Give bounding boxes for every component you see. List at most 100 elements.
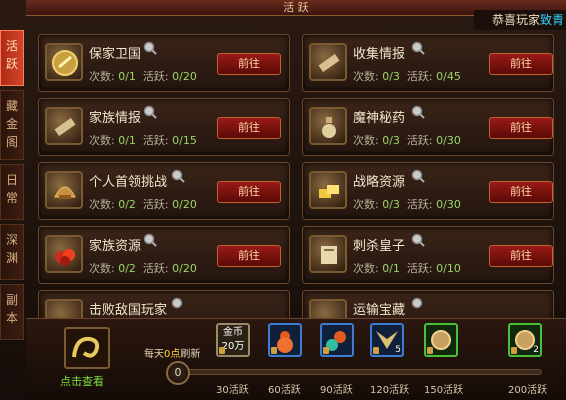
task-card: 运输宝藏	[302, 290, 554, 318]
task-count: 0/1	[118, 134, 136, 147]
dragon-icon	[72, 336, 100, 358]
reward-item[interactable]	[320, 323, 354, 357]
side-tabs: 活跃 藏金阁 日常 深渊 副本	[0, 16, 24, 340]
reward-count: 5	[395, 345, 401, 355]
milestone-label: 150活跃	[424, 385, 464, 396]
gold-ingot-icon	[309, 171, 347, 209]
go-button[interactable]: 前往	[217, 117, 281, 139]
task-title: 家族情报	[89, 111, 142, 126]
potion-icon	[309, 107, 347, 145]
lock-icon	[511, 347, 517, 354]
go-button[interactable]: 前往	[217, 53, 281, 75]
boss-helmet-icon	[45, 171, 83, 209]
reward-item[interactable]: 2	[508, 323, 542, 357]
task-title: 个人首领挑战	[89, 175, 168, 190]
refresh-note: 每天0点刷新	[144, 349, 201, 360]
task-count: 0/1	[118, 70, 136, 83]
task-stats: 次数: 0/3 活跃: 0/45	[353, 70, 461, 83]
lock-icon	[271, 347, 277, 354]
task-active: 0/10	[436, 262, 461, 275]
task-card: 击败敌国玩家	[38, 290, 290, 318]
task-list[interactable]: 保家卫国 次数: 0/1 活跃: 0/20 前往 收集情报 次数: 0/3 活跃…	[32, 28, 566, 318]
magnifier-icon[interactable]	[411, 105, 425, 119]
task-active: 0/20	[172, 198, 197, 211]
scroll-icon	[309, 43, 347, 81]
magnifier-icon[interactable]	[411, 169, 425, 183]
task-count: 0/2	[118, 262, 136, 275]
magnifier-icon[interactable]	[143, 41, 157, 55]
magnifier-icon[interactable]	[411, 297, 425, 311]
task-card: 保家卫国 次数: 0/1 活跃: 0/20 前往	[38, 34, 290, 92]
lock-icon	[373, 347, 379, 354]
reward-coin[interactable]: 金币 20万	[216, 323, 250, 357]
tab-daily[interactable]: 日常	[0, 164, 24, 220]
go-button[interactable]: 前往	[217, 181, 281, 203]
magnifier-icon[interactable]	[411, 41, 425, 55]
task-card: 个人首领挑战 次数: 0/2 活跃: 0/20 前往	[38, 162, 290, 220]
magnifier-icon[interactable]	[143, 233, 157, 247]
task-count: 0/3	[382, 134, 400, 147]
current-activity-points: 0	[166, 361, 190, 385]
task-stats: 次数: 0/3 活跃: 0/30	[353, 198, 461, 211]
milestone-label: 200活跃	[508, 385, 548, 396]
task-card: 家族资源 次数: 0/2 活跃: 0/20 前往	[38, 226, 290, 284]
task-title: 魔神秘药	[353, 111, 406, 126]
decree-icon	[309, 235, 347, 273]
go-button[interactable]: 前往	[489, 117, 553, 139]
lock-icon	[219, 347, 225, 354]
view-reward-button[interactable]	[64, 327, 110, 369]
reward-item[interactable]: 5	[370, 323, 404, 357]
task-card: 收集情报 次数: 0/3 活跃: 0/45 前往	[302, 34, 554, 92]
news-ticker: 恭喜玩家致青	[474, 10, 566, 30]
task-active: 0/30	[436, 134, 461, 147]
task-active: 0/15	[172, 134, 197, 147]
task-stats: 次数: 0/2 活跃: 0/20	[89, 262, 197, 275]
task-count: 0/3	[382, 198, 400, 211]
go-button[interactable]: 前往	[217, 245, 281, 267]
task-active: 0/20	[172, 70, 197, 83]
task-title: 家族资源	[89, 239, 142, 254]
task-count: 0/2	[118, 198, 136, 211]
tab-treasure-pavilion[interactable]: 藏金阁	[0, 90, 24, 160]
magnifier-icon[interactable]	[171, 169, 185, 183]
chest-icon	[309, 299, 347, 318]
milestone-label: 90活跃	[320, 385, 353, 396]
task-title: 收集情报	[353, 47, 406, 62]
task-count: 0/1	[382, 262, 400, 275]
magnifier-icon[interactable]	[143, 105, 157, 119]
scroll-icon	[45, 107, 83, 145]
task-card: 刺杀皇子 次数: 0/1 活跃: 0/10 前往	[302, 226, 554, 284]
magnifier-icon[interactable]	[411, 233, 425, 247]
task-title: 刺杀皇子	[353, 239, 406, 254]
task-stats: 次数: 0/3 活跃: 0/30	[353, 134, 461, 147]
task-card: 魔神秘药 次数: 0/3 活跃: 0/30 前往	[302, 98, 554, 156]
lock-icon	[427, 347, 433, 354]
news-player-name: 致青	[539, 13, 564, 27]
milestone-label: 120活跃	[370, 385, 410, 396]
task-stats: 次数: 0/2 活跃: 0/20	[89, 198, 197, 211]
reward-item[interactable]	[268, 323, 302, 357]
lock-icon	[323, 347, 329, 354]
go-button[interactable]: 前往	[489, 53, 553, 75]
go-button[interactable]: 前往	[489, 245, 553, 267]
milestone-label: 30活跃	[216, 385, 249, 396]
tab-active[interactable]: 活跃	[0, 30, 24, 86]
task-title: 保家卫国	[89, 47, 142, 62]
milestone-label: 60活跃	[268, 385, 301, 396]
magnifier-icon[interactable]	[171, 297, 185, 311]
task-stats: 次数: 0/1 活跃: 0/10	[353, 262, 461, 275]
reward-item[interactable]	[424, 323, 458, 357]
news-prefix: 恭喜玩家	[491, 13, 540, 27]
task-stats: 次数: 0/1 活跃: 0/20	[89, 70, 197, 83]
shield-coin-icon	[45, 43, 83, 81]
task-stats: 次数: 0/1 活跃: 0/15	[89, 134, 197, 147]
tab-abyss[interactable]: 深渊	[0, 224, 24, 280]
task-title: 击败敌国玩家	[89, 303, 168, 318]
tab-dungeon[interactable]: 副本	[0, 284, 24, 340]
task-active: 0/20	[172, 262, 197, 275]
task-title: 战略资源	[353, 175, 406, 190]
task-active: 0/30	[436, 198, 461, 211]
red-ore-icon	[45, 235, 83, 273]
go-button[interactable]: 前往	[489, 181, 553, 203]
view-label[interactable]: 点击查看	[60, 373, 104, 389]
